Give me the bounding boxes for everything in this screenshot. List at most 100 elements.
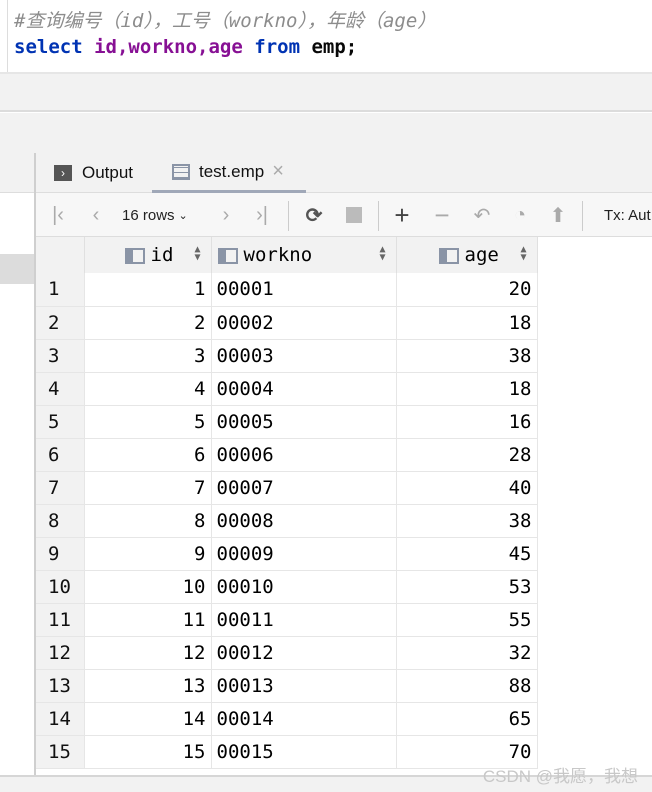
cell-age[interactable]: 38 xyxy=(396,504,538,538)
cell-workno[interactable]: 00014 xyxy=(211,702,397,736)
next-page-icon[interactable]: › xyxy=(214,193,238,237)
cell-workno[interactable]: 00015 xyxy=(211,735,397,769)
table-row[interactable]: 12 12 00012 32 xyxy=(36,636,538,670)
cell-workno[interactable]: 00011 xyxy=(211,603,397,637)
cell-workno[interactable]: 00008 xyxy=(211,504,397,538)
row-number[interactable]: 4 xyxy=(36,372,85,406)
cell-workno[interactable]: 00007 xyxy=(211,471,397,505)
cell-id[interactable]: 2 xyxy=(84,306,212,340)
cell-age[interactable]: 40 xyxy=(396,471,538,505)
tree-selected-item[interactable] xyxy=(0,254,34,284)
revert-icon[interactable]: ↶ xyxy=(470,193,494,237)
row-number[interactable]: 14 xyxy=(36,702,85,736)
close-icon[interactable]: × xyxy=(272,160,284,183)
cell-id[interactable]: 12 xyxy=(84,636,212,670)
row-number[interactable]: 15 xyxy=(36,735,85,769)
tab-test-emp[interactable]: test.emp × xyxy=(152,153,306,193)
cell-id[interactable]: 9 xyxy=(84,537,212,571)
table-row[interactable]: 8 8 00008 38 xyxy=(36,504,538,538)
table-row[interactable]: 2 2 00002 18 xyxy=(36,306,538,340)
last-page-icon[interactable]: ›| xyxy=(250,193,274,237)
row-number[interactable]: 8 xyxy=(36,504,85,538)
cell-id[interactable]: 6 xyxy=(84,438,212,472)
column-header-workno[interactable]: workno ▲ ▼ xyxy=(211,237,397,273)
cell-age[interactable]: 53 xyxy=(396,570,538,604)
table-row[interactable]: 13 13 00013 88 xyxy=(36,669,538,703)
row-number[interactable]: 2 xyxy=(36,306,85,340)
cell-id[interactable]: 3 xyxy=(84,339,212,373)
cell-workno[interactable]: 00009 xyxy=(211,537,397,571)
cell-id[interactable]: 5 xyxy=(84,405,212,439)
row-number[interactable]: 1 xyxy=(36,273,85,307)
row-number[interactable]: 3 xyxy=(36,339,85,373)
preview-icon[interactable]: ◔ xyxy=(508,193,532,237)
cell-id[interactable]: 14 xyxy=(84,702,212,736)
add-row-icon[interactable]: + xyxy=(390,193,414,237)
cell-age[interactable]: 18 xyxy=(396,306,538,340)
row-number[interactable]: 6 xyxy=(36,438,85,472)
cell-id[interactable]: 11 xyxy=(84,603,212,637)
cell-workno[interactable]: 00012 xyxy=(211,636,397,670)
sort-icon[interactable]: ▲ ▼ xyxy=(520,245,526,263)
table-row[interactable]: 9 9 00009 45 xyxy=(36,537,538,571)
table-row[interactable]: 7 7 00007 40 xyxy=(36,471,538,505)
row-number[interactable]: 13 xyxy=(36,669,85,703)
sql-editor[interactable]: #查询编号（id），工号（workno），年龄（age） select id,w… xyxy=(0,0,652,74)
cell-workno[interactable]: 00010 xyxy=(211,570,397,604)
refresh-icon[interactable]: ⟳ xyxy=(302,193,326,237)
cell-age[interactable]: 38 xyxy=(396,339,538,373)
row-number[interactable]: 11 xyxy=(36,603,85,637)
table-row[interactable]: 14 14 00014 65 xyxy=(36,702,538,736)
table-row[interactable]: 15 15 00015 70 xyxy=(36,735,538,769)
sort-icon[interactable]: ▲ ▼ xyxy=(194,245,200,263)
cell-age[interactable]: 28 xyxy=(396,438,538,472)
row-number[interactable]: 5 xyxy=(36,405,85,439)
cell-workno[interactable]: 00003 xyxy=(211,339,397,373)
cell-id[interactable]: 7 xyxy=(84,471,212,505)
submit-icon[interactable]: ⬆ xyxy=(546,193,570,237)
cell-workno[interactable]: 00002 xyxy=(211,306,397,340)
cell-age[interactable]: 88 xyxy=(396,669,538,703)
cell-workno[interactable]: 00005 xyxy=(211,405,397,439)
cell-id[interactable]: 1 xyxy=(84,273,212,307)
prev-page-icon[interactable]: ‹ xyxy=(84,193,108,237)
cell-id[interactable]: 15 xyxy=(84,735,212,769)
cell-workno[interactable]: 00001 xyxy=(211,273,397,307)
stop-icon[interactable] xyxy=(342,193,366,237)
rows-dropdown[interactable]: 16 rows ⌄ xyxy=(122,193,188,237)
table-row[interactable]: 5 5 00005 16 xyxy=(36,405,538,439)
cell-age[interactable]: 45 xyxy=(396,537,538,571)
column-header-id[interactable]: id ▲ ▼ xyxy=(84,237,212,273)
table-row[interactable]: 10 10 00010 53 xyxy=(36,570,538,604)
row-number[interactable]: 9 xyxy=(36,537,85,571)
cell-id[interactable]: 4 xyxy=(84,372,212,406)
row-number[interactable]: 12 xyxy=(36,636,85,670)
cell-age[interactable]: 65 xyxy=(396,702,538,736)
table-row[interactable]: 6 6 00006 28 xyxy=(36,438,538,472)
cell-workno[interactable]: 00013 xyxy=(211,669,397,703)
tx-mode-dropdown[interactable]: Tx: Aut xyxy=(604,193,651,237)
remove-row-icon[interactable]: − xyxy=(430,193,454,237)
cell-id[interactable]: 10 xyxy=(84,570,212,604)
tab-output[interactable]: › Output xyxy=(54,153,133,193)
sort-icon[interactable]: ▲ ▼ xyxy=(379,245,385,263)
column-header-age[interactable]: age ▲ ▼ xyxy=(396,237,538,273)
row-number[interactable]: 10 xyxy=(36,570,85,604)
sql-statement[interactable]: select id,workno,age from emp; xyxy=(14,36,357,58)
cell-workno[interactable]: 00006 xyxy=(211,438,397,472)
table-row[interactable]: 11 11 00011 55 xyxy=(36,603,538,637)
cell-age[interactable]: 18 xyxy=(396,372,538,406)
cell-id[interactable]: 13 xyxy=(84,669,212,703)
cell-id[interactable]: 8 xyxy=(84,504,212,538)
first-page-icon[interactable]: |‹ xyxy=(46,193,70,237)
cell-age[interactable]: 32 xyxy=(396,636,538,670)
table-row[interactable]: 1 1 00001 20 xyxy=(36,273,538,307)
table-row[interactable]: 4 4 00004 18 xyxy=(36,372,538,406)
table-row[interactable]: 3 3 00003 38 xyxy=(36,339,538,373)
cell-age[interactable]: 55 xyxy=(396,603,538,637)
services-tree[interactable] xyxy=(0,153,34,775)
cell-age[interactable]: 20 xyxy=(396,273,538,307)
row-number[interactable]: 7 xyxy=(36,471,85,505)
cell-age[interactable]: 16 xyxy=(396,405,538,439)
cell-workno[interactable]: 00004 xyxy=(211,372,397,406)
